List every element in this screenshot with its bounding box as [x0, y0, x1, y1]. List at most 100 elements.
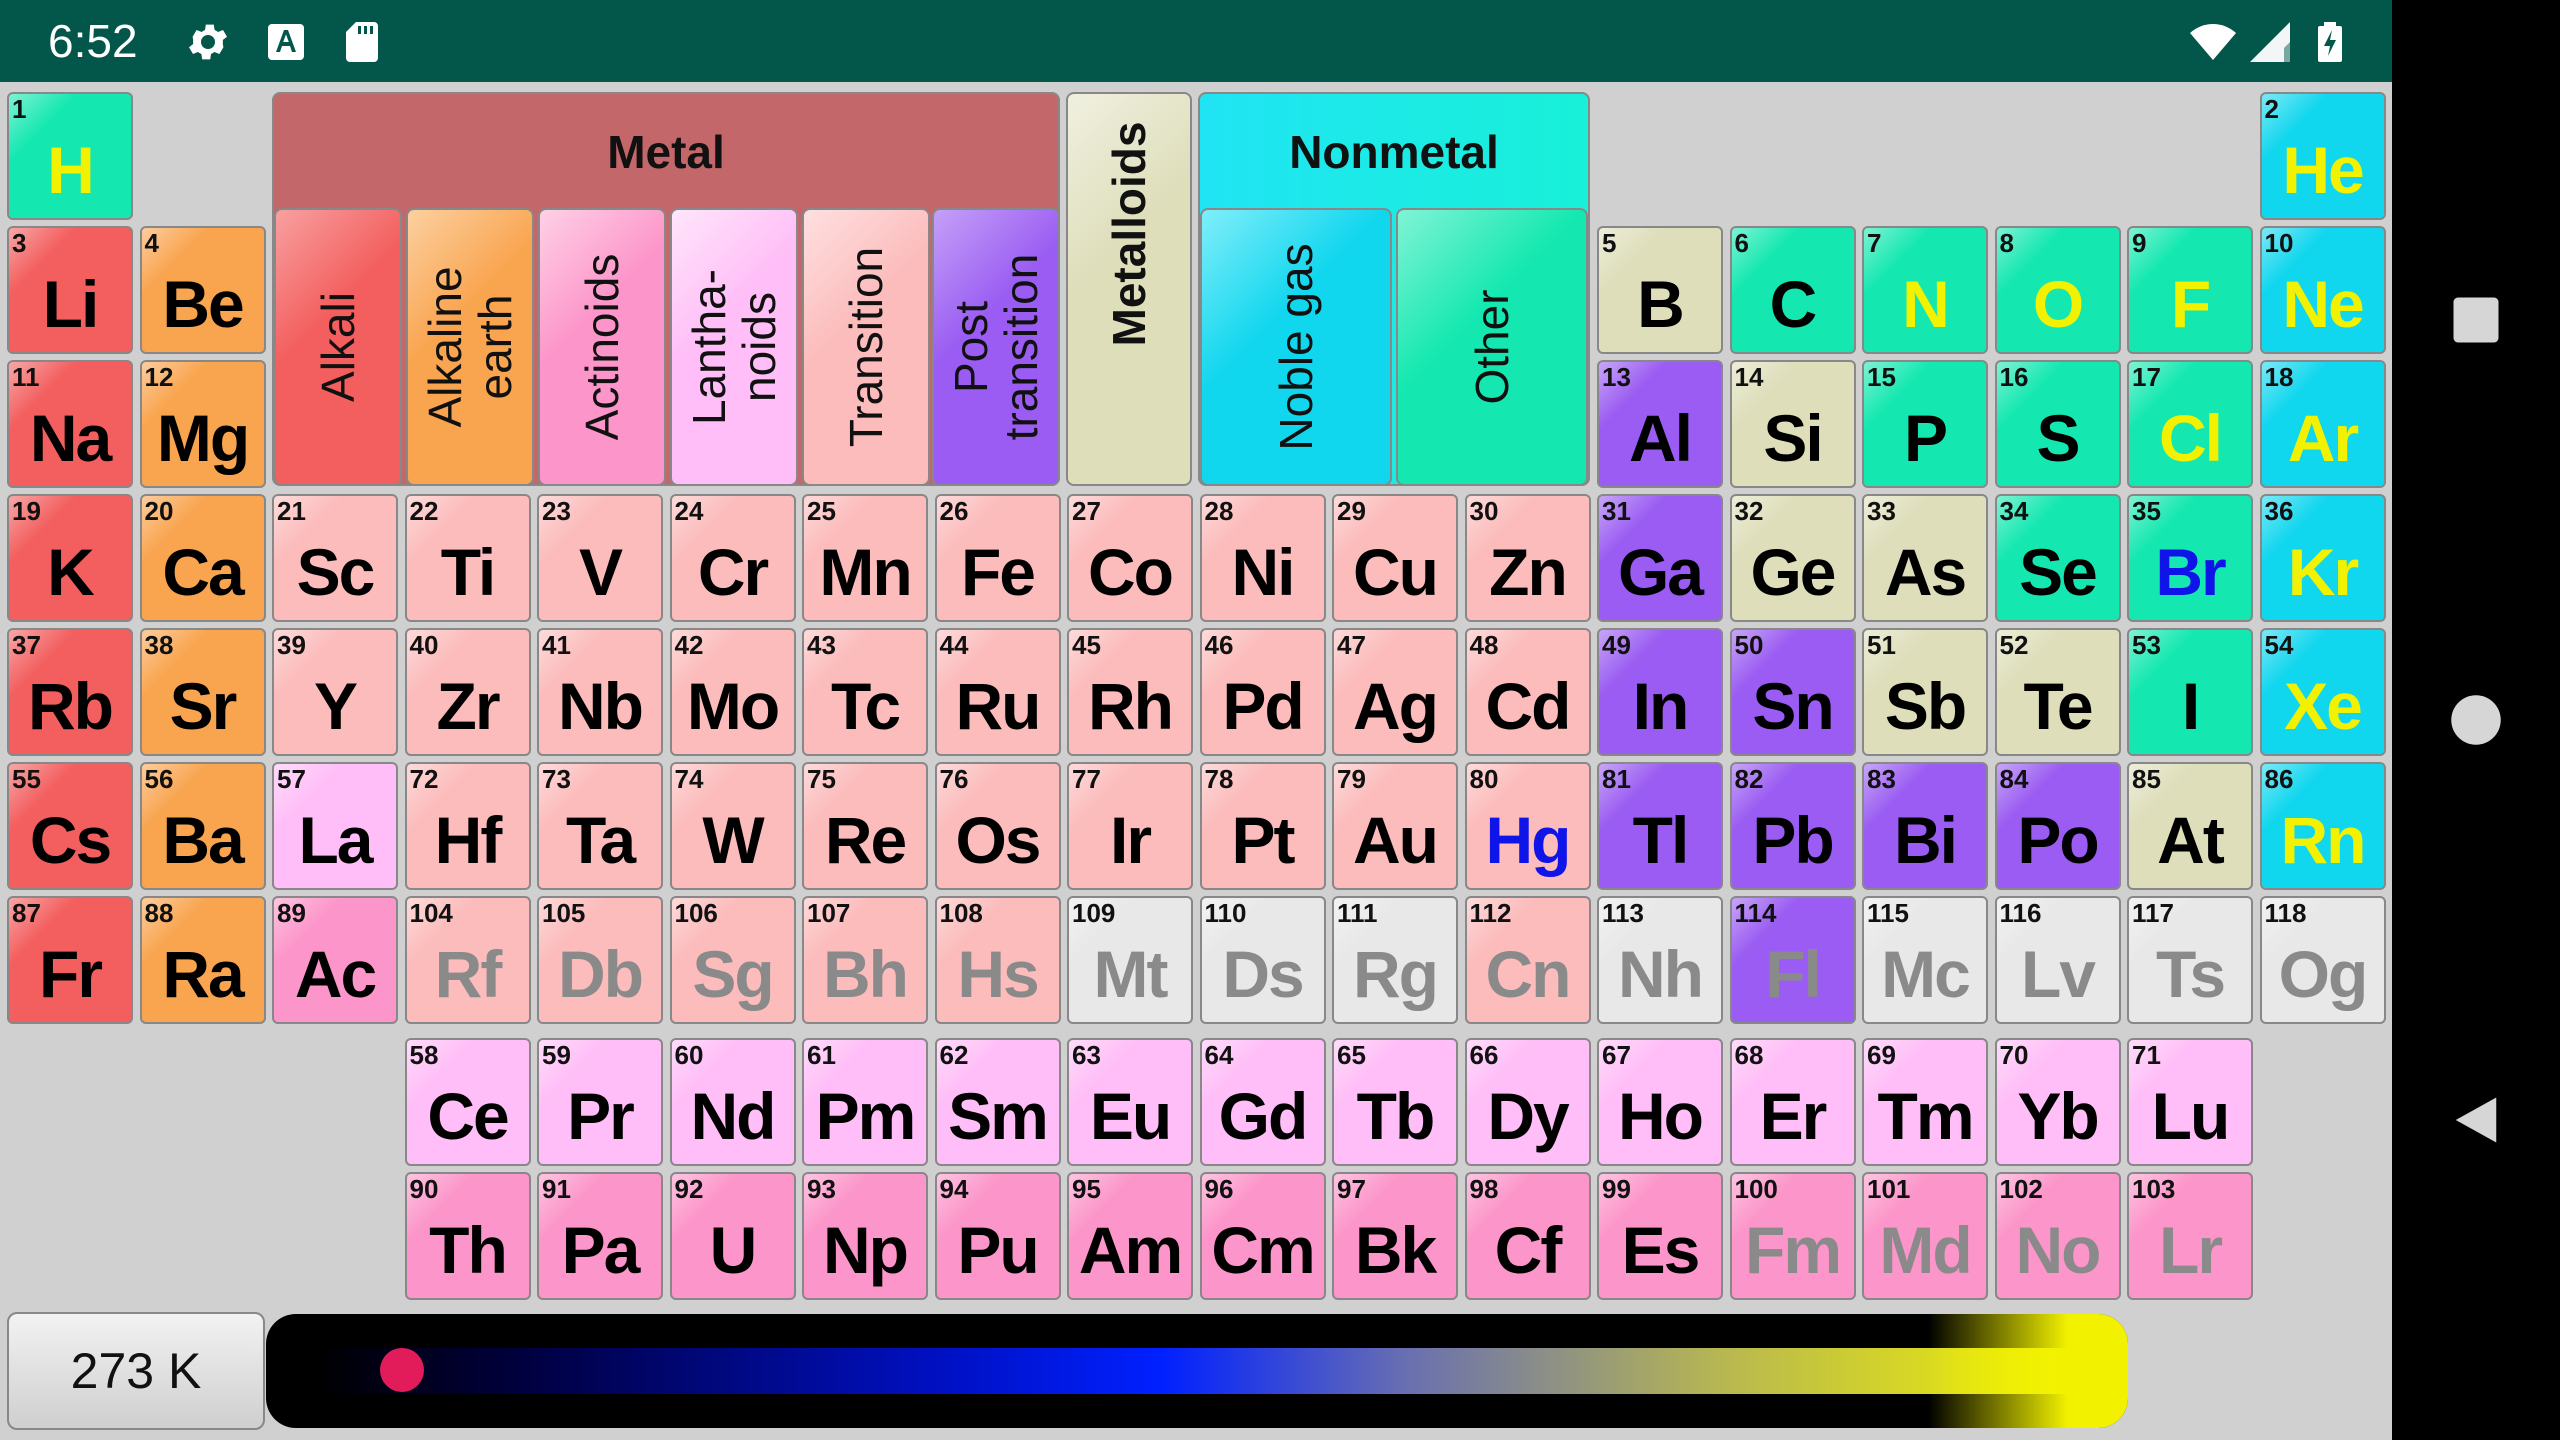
element-cell[interactable]: 87 Fr: [7, 896, 133, 1024]
element-cell[interactable]: 81 Tl: [1597, 762, 1723, 890]
temperature-slider-thumb[interactable]: [380, 1348, 425, 1392]
legend-lanthanoids[interactable]: Lantha- noids: [670, 208, 798, 486]
element-cell[interactable]: 117 Ts: [2127, 896, 2253, 1024]
element-cell[interactable]: 45 Rh: [1067, 628, 1193, 756]
element-cell[interactable]: 37 Rb: [7, 628, 133, 756]
element-cell[interactable]: 110 Ds: [1199, 896, 1326, 1024]
element-cell[interactable]: 15 P: [1862, 360, 1988, 488]
element-cell[interactable]: 90 Th: [404, 1172, 531, 1300]
element-cell[interactable]: 66 Dy: [1464, 1038, 1591, 1166]
element-cell[interactable]: 33 As: [1862, 494, 1988, 622]
element-cell[interactable]: 28 Ni: [1199, 494, 1326, 622]
element-cell[interactable]: 103 Lr: [2127, 1172, 2253, 1300]
element-cell[interactable]: 39 Y: [272, 628, 398, 756]
element-cell[interactable]: 78 Pt: [1199, 762, 1326, 890]
element-cell[interactable]: 97 Bk: [1332, 1172, 1458, 1300]
element-cell[interactable]: 52 Te: [1994, 628, 2121, 756]
element-cell[interactable]: 35 Br: [2127, 494, 2253, 622]
element-cell[interactable]: 57 La: [272, 762, 398, 890]
element-cell[interactable]: 19 K: [7, 494, 133, 622]
recents-button[interactable]: [2392, 236, 2560, 404]
element-cell[interactable]: 100 Fm: [1729, 1172, 1856, 1300]
element-cell[interactable]: 40 Zr: [404, 628, 531, 756]
element-cell[interactable]: 14 Si: [1729, 360, 1856, 488]
element-cell[interactable]: 96 Cm: [1199, 1172, 1326, 1300]
element-cell[interactable]: 109 Mt: [1067, 896, 1193, 1024]
legend-metalloids[interactable]: Metalloids: [1066, 92, 1192, 486]
element-cell[interactable]: 65 Tb: [1332, 1038, 1458, 1166]
element-cell[interactable]: 94 Pu: [934, 1172, 1061, 1300]
element-cell[interactable]: 98 Cf: [1464, 1172, 1591, 1300]
legend-other[interactable]: Other: [1396, 208, 1588, 486]
temperature-slider[interactable]: [266, 1314, 2128, 1428]
element-cell[interactable]: 48 Cd: [1464, 628, 1591, 756]
element-cell[interactable]: 82 Pb: [1729, 762, 1856, 890]
element-cell[interactable]: 7N: [1862, 226, 1988, 354]
element-cell[interactable]: 91 Pa: [537, 1172, 663, 1300]
element-cell[interactable]: 16 S: [1994, 360, 2121, 488]
element-cell[interactable]: 64 Gd: [1199, 1038, 1326, 1166]
element-cell[interactable]: 31 Ga: [1597, 494, 1723, 622]
element-cell[interactable]: 10 Ne: [2259, 226, 2386, 354]
element-cell[interactable]: 24 Cr: [669, 494, 796, 622]
element-cell[interactable]: 63 Eu: [1067, 1038, 1193, 1166]
element-cell[interactable]: 49 In: [1597, 628, 1723, 756]
element-cell[interactable]: 116 Lv: [1994, 896, 2121, 1024]
legend-noble-gas[interactable]: Noble gas: [1200, 208, 1392, 486]
element-cell[interactable]: 25 Mn: [802, 494, 928, 622]
element-cell[interactable]: 20 Ca: [139, 494, 266, 622]
element-cell[interactable]: 21 Sc: [272, 494, 398, 622]
element-cell[interactable]: 75 Re: [802, 762, 928, 890]
element-cell[interactable]: 92 U: [669, 1172, 796, 1300]
element-cell[interactable]: 76 Os: [934, 762, 1061, 890]
element-cell[interactable]: 12 Mg: [139, 360, 266, 488]
element-cell[interactable]: 58 Ce: [404, 1038, 531, 1166]
element-cell[interactable]: 114 Fl: [1729, 896, 1856, 1024]
element-cell[interactable]: 50 Sn: [1729, 628, 1856, 756]
element-cell[interactable]: 93 Np: [802, 1172, 928, 1300]
element-cell[interactable]: 55 Cs: [7, 762, 133, 890]
element-cell[interactable]: 5B: [1597, 226, 1723, 354]
element-cell[interactable]: 115 Mc: [1862, 896, 1988, 1024]
element-cell[interactable]: 18 Ar: [2259, 360, 2386, 488]
element-cell[interactable]: 6C: [1729, 226, 1856, 354]
element-cell[interactable]: 107 Bh: [802, 896, 928, 1024]
element-cell[interactable]: 17 Cl: [2127, 360, 2253, 488]
element-cell[interactable]: 77 Ir: [1067, 762, 1193, 890]
element-cell[interactable]: 118 Og: [2259, 896, 2386, 1024]
element-cell[interactable]: 34 Se: [1994, 494, 2121, 622]
element-cell[interactable]: 108 Hs: [934, 896, 1061, 1024]
element-cell[interactable]: 106 Sg: [669, 896, 796, 1024]
element-cell[interactable]: 36 Kr: [2259, 494, 2386, 622]
element-cell[interactable]: 104 Rf: [404, 896, 531, 1024]
legend-transition[interactable]: Transition: [802, 208, 930, 486]
element-cell[interactable]: 113 Nh: [1597, 896, 1723, 1024]
element-cell[interactable]: 60 Nd: [669, 1038, 796, 1166]
element-cell[interactable]: 2 He: [2259, 92, 2386, 220]
element-cell[interactable]: 51 Sb: [1862, 628, 1988, 756]
legend-post-transition[interactable]: Post transition: [932, 208, 1060, 486]
element-cell[interactable]: 11 Na: [7, 360, 133, 488]
element-cell[interactable]: 46 Pd: [1199, 628, 1326, 756]
element-cell[interactable]: 44 Ru: [934, 628, 1061, 756]
element-cell[interactable]: 71 Lu: [2127, 1038, 2253, 1166]
element-cell[interactable]: 101 Md: [1862, 1172, 1988, 1300]
element-cell[interactable]: 70 Yb: [1994, 1038, 2121, 1166]
element-cell[interactable]: 86 Rn: [2259, 762, 2386, 890]
element-cell[interactable]: 54 Xe: [2259, 628, 2386, 756]
element-cell[interactable]: 88 Ra: [139, 896, 266, 1024]
element-cell[interactable]: 102 No: [1994, 1172, 2121, 1300]
element-cell[interactable]: 61 Pm: [802, 1038, 928, 1166]
element-cell[interactable]: 74 W: [669, 762, 796, 890]
home-button[interactable]: [2392, 636, 2560, 804]
element-cell[interactable]: 105 Db: [537, 896, 663, 1024]
element-cell[interactable]: 69 Tm: [1862, 1038, 1988, 1166]
element-cell[interactable]: 112 Cn: [1464, 896, 1591, 1024]
element-cell[interactable]: 67 Ho: [1597, 1038, 1723, 1166]
element-cell[interactable]: 47 Ag: [1332, 628, 1458, 756]
element-cell[interactable]: 13 Al: [1597, 360, 1723, 488]
element-cell[interactable]: 3 Li: [7, 226, 133, 354]
element-cell[interactable]: 38 Sr: [139, 628, 266, 756]
legend-alkali[interactable]: Alkali: [274, 208, 402, 486]
element-cell[interactable]: 23 V: [537, 494, 663, 622]
